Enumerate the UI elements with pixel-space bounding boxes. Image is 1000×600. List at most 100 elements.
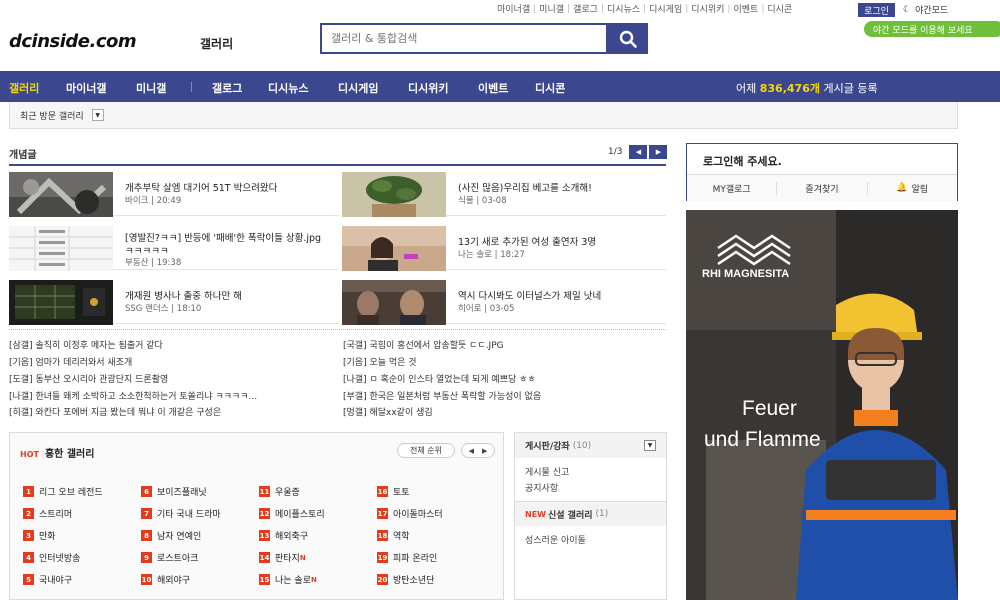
search-button[interactable]: [608, 23, 648, 54]
hot-gallery-item[interactable]: 14 판타지 N: [259, 551, 306, 564]
night-mode-toggle[interactable]: ☾ 야간모드: [903, 3, 948, 17]
login-message[interactable]: 로그인해 주세요.: [703, 153, 782, 169]
site-logo[interactable]: dcinside.com: [9, 31, 137, 52]
thumbnail-plant[interactable]: [342, 172, 446, 217]
concept-item-title[interactable]: [영발진?ㅋㅋ] 반등에 '패배'한 폭락이들 상황.jpg ㅋㅋㅋㅋㅋ: [125, 232, 330, 258]
search-icon: [619, 30, 637, 48]
hot-gallery-item[interactable]: 20 방탄소년단: [377, 573, 434, 586]
concept-item[interactable]: 13기 새로 추가된 여성 출연자 3명 나는 솔로 | 18:27: [342, 220, 666, 271]
logo-gallery-label[interactable]: 갤러리: [200, 35, 233, 52]
login-tools: MY갤로그 즐겨찾기 🔔 알림: [687, 174, 957, 201]
my-gallog-button[interactable]: MY갤로그: [687, 181, 778, 195]
board-link-report[interactable]: 게시물 신고: [525, 465, 569, 478]
hot-gallery-item[interactable]: 10 해외야구: [141, 573, 190, 586]
login-box: 로그인해 주세요. MY갤로그 즐겨찾기 🔔 알림: [686, 143, 958, 201]
issue-divider: [9, 329, 666, 330]
nav-news[interactable]: 디시뉴스: [268, 80, 308, 96]
concept-pager: 1/3 ◀ ▶: [608, 145, 668, 159]
rank-all-button[interactable]: 전체 순위: [397, 443, 455, 458]
concept-item[interactable]: 역시 다시봐도 이터널스가 제일 낫네 히어로 | 03-05: [342, 274, 666, 325]
concept-item[interactable]: (사진 많음)우리집 베고를 소개해! 식물 | 03-08: [342, 166, 666, 217]
new-gallery-link[interactable]: 성스러운 아이돌: [525, 533, 586, 546]
notification-button[interactable]: 🔔 알림: [868, 182, 957, 195]
hot-gallery-item[interactable]: 11 우울증: [259, 485, 300, 498]
new-gallery-header: NEW 신설 갤러리 (1): [515, 501, 666, 526]
favorites-button[interactable]: 즐겨찾기: [777, 181, 868, 195]
concept-item-meta: 부동산 | 19:38: [125, 258, 182, 268]
concept-item-meta: 히어로 | 03-05: [458, 304, 515, 314]
thumbnail-movie[interactable]: [342, 280, 446, 325]
top-link-gallog[interactable]: 갤로그: [573, 2, 598, 15]
nav-dccon[interactable]: 디시콘: [535, 80, 565, 96]
hot-gallery-item[interactable]: 7 기타 국내 드라마: [141, 507, 221, 520]
top-link-game[interactable]: 디시게임: [649, 2, 682, 15]
hot-gallery-item[interactable]: 19 피파 온라인: [377, 551, 437, 564]
hot-gallery-item[interactable]: 2 스트리머: [23, 507, 72, 520]
top-link-minor[interactable]: 마이너갤: [497, 2, 530, 15]
issue-link[interactable]: [멍갤] 해달xx같이 생김: [343, 405, 433, 418]
issue-link[interactable]: [기음] 오늘 먹은 것: [343, 355, 417, 368]
hot-gallery-item[interactable]: 12 메이플스토리: [259, 507, 325, 520]
rank-nav: ◀ ▶: [461, 443, 495, 458]
chevron-down-icon[interactable]: ▼: [644, 440, 656, 451]
top-link-news[interactable]: 디시뉴스: [607, 2, 640, 15]
chevron-right-icon[interactable]: ▶: [482, 447, 487, 455]
side-info-box: 게시판/강좌 (10) ▼ 게시물 신고 공지사항 NEW 신설 갤러리 (1) 성스…: [514, 432, 667, 600]
advertisement[interactable]: RHI MAGNESITA Feuer und Flamme: [686, 210, 958, 600]
top-link-event[interactable]: 이벤트: [733, 2, 758, 15]
issue-link[interactable]: [나갤] 한녀들 왜케 소박하고 소소한척하는거 토쏠리냐 ㅋㅋㅋㅋ...: [9, 389, 257, 402]
chevron-down-icon[interactable]: ▼: [91, 109, 104, 121]
concept-item[interactable]: 개추부탁 살엠 대기어 51T 박으려왔다 바이크 | 20:49: [9, 166, 339, 217]
nav-game[interactable]: 디시게임: [338, 80, 378, 96]
hot-gallery-item[interactable]: 17 아이돌마스터: [377, 507, 443, 520]
issue-link[interactable]: [삼갤] 솔직히 이정후 메자는 됨출거 같다: [9, 338, 163, 351]
new-badge: NEW: [525, 509, 546, 519]
hot-gallery-item[interactable]: 5 국내야구: [23, 573, 72, 586]
page-indicator: 1/3: [608, 147, 623, 157]
issue-link[interactable]: [히갤] 와칸다 포에버 지금 봤는데 뭐냐 이 개같은 구성은: [9, 405, 221, 418]
prev-page-button[interactable]: ◀: [629, 145, 648, 159]
hot-gallery-item[interactable]: 13 해외축구: [259, 529, 308, 542]
issue-link[interactable]: [나갤] ㅁ 혹순이 인스타 열었는데 되게 예쁘당 ㅎㅎ: [343, 372, 536, 385]
hot-gallery-item[interactable]: 6 보이즈플래닛: [141, 485, 207, 498]
board-section-header[interactable]: 게시판/강좌 (10) ▼: [515, 433, 666, 458]
hot-gallery-item[interactable]: 4 인터넷방송: [23, 551, 80, 564]
hot-gallery-item[interactable]: 9 로스트아크: [141, 551, 198, 564]
thumbnail-table[interactable]: [9, 226, 113, 271]
top-link-wiki[interactable]: 디시위키: [691, 2, 724, 15]
main-nav: 갤러리 마이너갤 미니갤 갤로그 디시뉴스 디시게임 디시위키 이벤트 디시콘 …: [0, 71, 1000, 102]
issue-link[interactable]: [부갤] 한국은 일본처럼 부동산 폭락할 가능성이 없음: [343, 389, 541, 402]
nav-minor[interactable]: 마이너갤: [66, 80, 106, 96]
thumbnail-bike[interactable]: [9, 172, 113, 217]
top-link-mini[interactable]: 미니갤: [539, 2, 564, 15]
hot-gallery-item[interactable]: 15 나는 솔로 N: [259, 573, 317, 586]
concept-item[interactable]: [영발진?ㅋㅋ] 반등에 '패배'한 폭락이들 상황.jpg ㅋㅋㅋㅋㅋ 부동산…: [9, 220, 339, 271]
hot-gallery-item[interactable]: 16 토토: [377, 485, 410, 498]
hot-gallery-title: HOT 흥한 갤러리: [20, 449, 95, 460]
search-input[interactable]: [331, 32, 581, 45]
top-link-dccon[interactable]: 디시콘: [767, 2, 792, 15]
board-link-notice[interactable]: 공지사항: [525, 481, 558, 494]
post-count: 어제 836,476개 게시글 등록: [736, 82, 878, 95]
issue-link[interactable]: [도갤] 동부산 오시리아 관광단지 드론촬영: [9, 372, 168, 385]
hot-gallery-item[interactable]: 8 남자 연예인: [141, 529, 201, 542]
chevron-left-icon[interactable]: ◀: [469, 447, 474, 455]
concept-item[interactable]: 개재원 병사나 출중 하나만 해 SSG 랜더스 | 18:10: [9, 274, 339, 325]
nav-gallery[interactable]: 갤러리: [9, 80, 39, 96]
next-page-button[interactable]: ▶: [649, 145, 668, 159]
issue-link[interactable]: [기음] 엄마가 데리러와서 새조개: [9, 355, 132, 368]
issue-link[interactable]: [국갤] 국힘이 홍선에서 압송할듯 ㄷㄷ.JPG: [343, 338, 504, 351]
hot-gallery-item[interactable]: 18 역학: [377, 529, 410, 542]
nav-mini[interactable]: 미니갤: [136, 80, 166, 96]
nav-wiki[interactable]: 디시위키: [408, 80, 448, 96]
concept-item-meta: SSG 랜더스 | 18:10: [125, 304, 202, 314]
login-button[interactable]: 로그인: [858, 3, 895, 17]
recent-gallery-bar[interactable]: 최근 방문 갤러리 ▼: [9, 102, 958, 129]
thumbnail-game[interactable]: [9, 280, 113, 325]
nav-gallog[interactable]: 갤로그: [212, 80, 242, 96]
hot-gallery-item[interactable]: 3 만화: [23, 529, 56, 542]
thumbnail-person[interactable]: [342, 226, 446, 271]
hot-gallery-item[interactable]: 1 리그 오브 레전드: [23, 485, 103, 498]
nav-event[interactable]: 이벤트: [478, 80, 508, 96]
moon-icon: ☾: [903, 4, 912, 15]
